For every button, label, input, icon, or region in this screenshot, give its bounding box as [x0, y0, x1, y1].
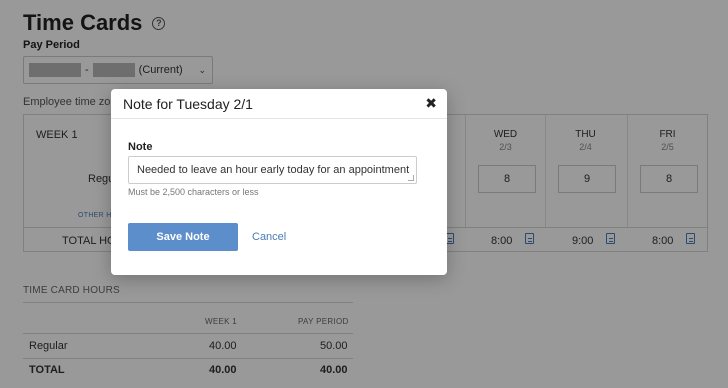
resize-handle-icon[interactable] — [408, 175, 414, 181]
modal-title: Note for Tuesday 2/1 — [123, 96, 253, 112]
note-textarea[interactable]: Needed to leave an hour early today for … — [128, 156, 417, 184]
character-limit-hint: Must be 2,500 characters or less — [128, 187, 259, 197]
modal-header: Note for Tuesday 2/1 ✖ — [111, 89, 447, 119]
save-note-button[interactable]: Save Note — [128, 223, 238, 251]
note-modal: Note for Tuesday 2/1 ✖ Note Needed to le… — [111, 89, 447, 275]
note-text: Needed to leave an hour early today for … — [137, 164, 410, 176]
close-icon[interactable]: ✖ — [425, 95, 437, 112]
cancel-link[interactable]: Cancel — [252, 231, 286, 243]
note-field-label: Note — [128, 141, 153, 153]
